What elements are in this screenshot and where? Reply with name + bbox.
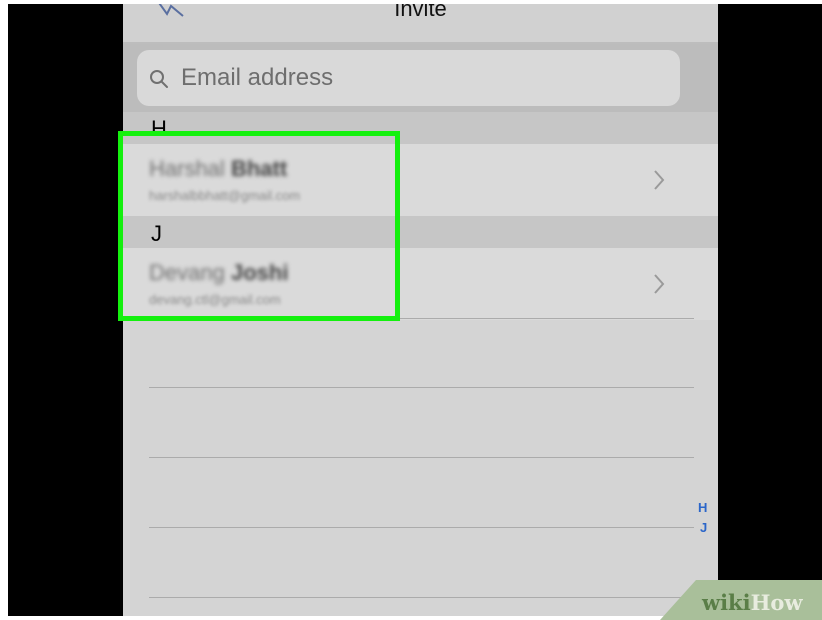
divider	[149, 597, 694, 598]
index-letter-h[interactable]: H	[698, 500, 707, 515]
wikihow-watermark: wikiHow	[702, 590, 803, 615]
index-letter-j[interactable]: J	[700, 520, 707, 535]
highlight-box	[118, 131, 400, 321]
navigation-bar: Invite	[123, 4, 718, 44]
search-bar: Email address	[123, 44, 718, 112]
watermark-how: How	[750, 590, 803, 615]
page-title: Invite	[394, 4, 447, 21]
search-icon	[150, 70, 168, 88]
watermark-wiki: wiki	[702, 590, 751, 615]
divider	[149, 387, 694, 388]
divider	[149, 457, 694, 458]
divider	[149, 527, 694, 528]
chevron-right-icon	[654, 274, 665, 294]
search-input[interactable]: Email address	[137, 50, 680, 106]
chevron-right-icon	[654, 170, 665, 190]
search-placeholder: Email address	[181, 64, 334, 91]
